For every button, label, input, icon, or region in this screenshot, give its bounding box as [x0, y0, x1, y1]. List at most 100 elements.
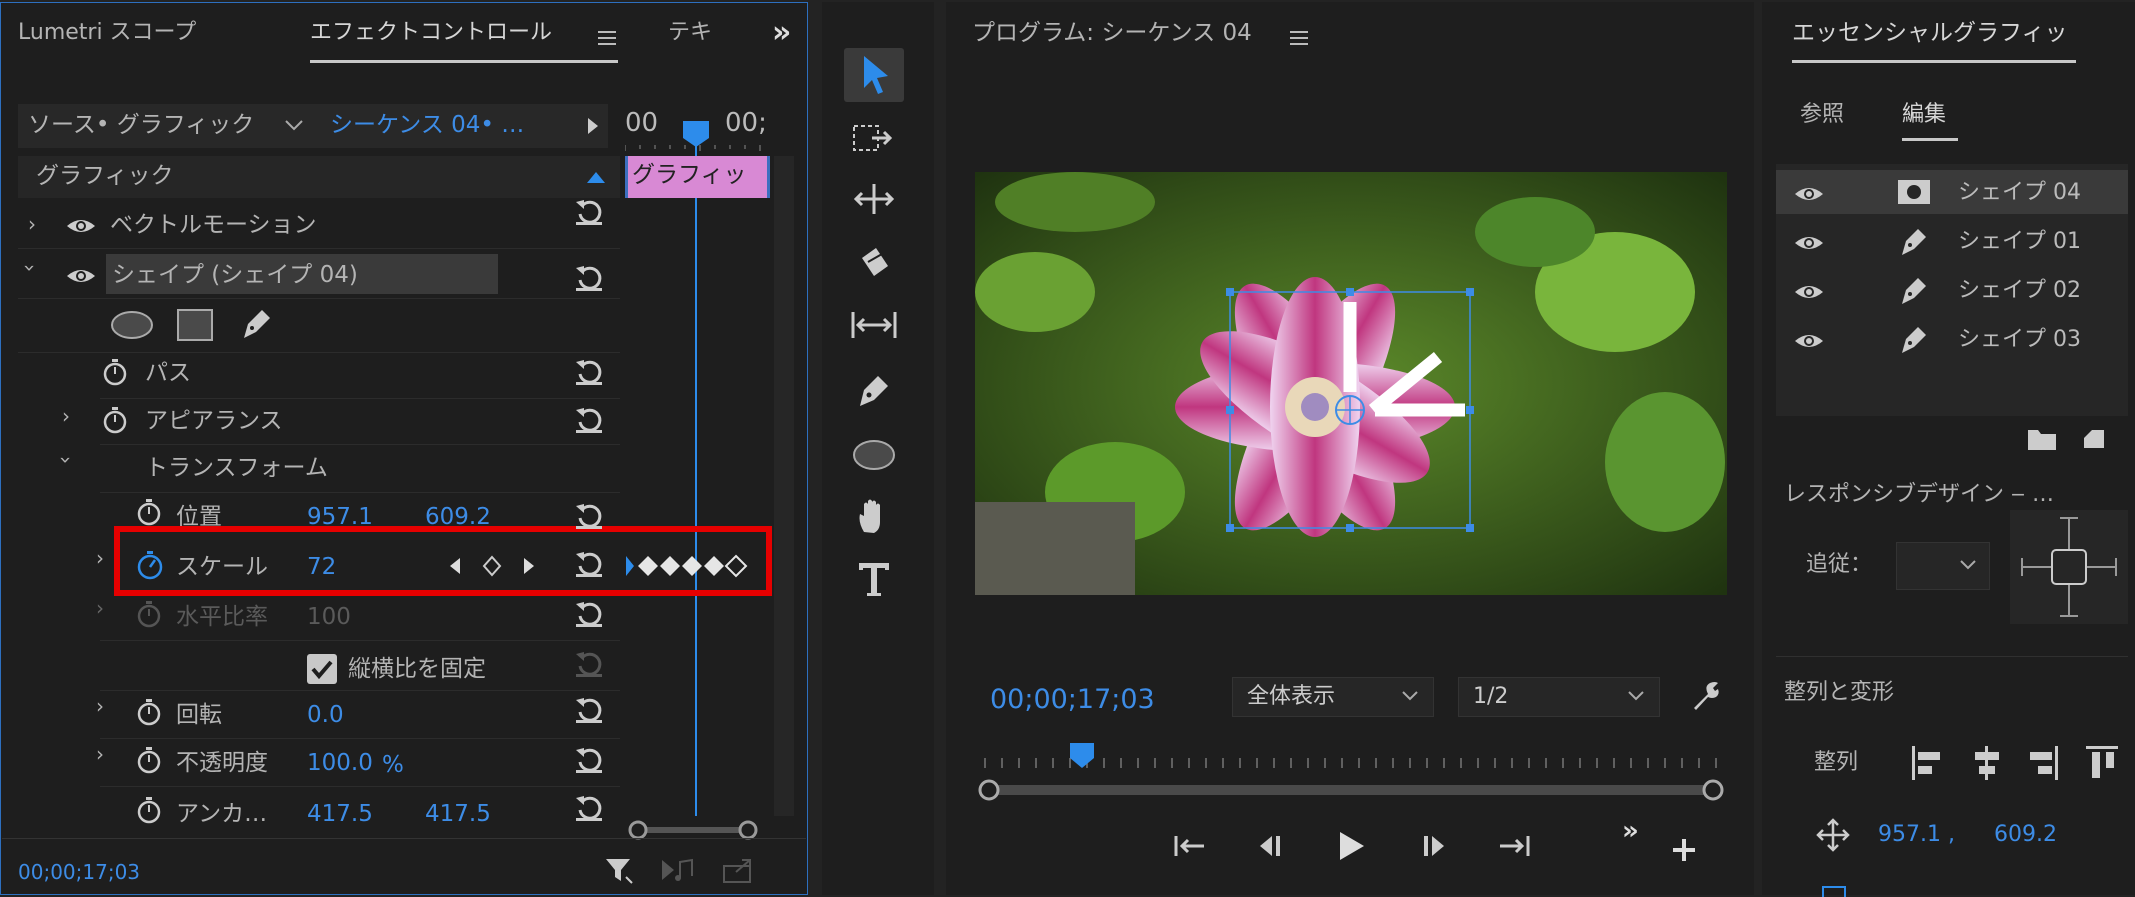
panel-menu-icon[interactable] — [598, 30, 618, 46]
zoom-scrollbar[interactable] — [975, 778, 1727, 802]
layer-row[interactable]: シェイプ 02 — [1776, 268, 2128, 312]
graphic-clip-bar[interactable]: グラフィッ — [625, 156, 770, 198]
vector-motion-label: ベクトルモーション — [110, 212, 317, 238]
track-select-tool-icon[interactable] — [852, 122, 896, 156]
tab-lumetri-scopes[interactable]: Lumetri スコープ — [18, 22, 196, 44]
tab-edit[interactable]: 編集 — [1902, 104, 1946, 126]
playhead-marker[interactable] — [1069, 742, 1095, 770]
new-layer-icon[interactable] — [2080, 424, 2108, 452]
shape-label: シェイプ (シェイプ 04) — [112, 262, 358, 288]
tab-effect-controls[interactable]: エフェクトコントロール — [310, 22, 552, 44]
horizontal-scrollbar[interactable] — [628, 820, 758, 840]
reset-parameter-icon[interactable] — [574, 356, 604, 386]
reset-parameter-icon[interactable] — [574, 262, 604, 292]
rotation-value[interactable]: 0.0 — [307, 704, 344, 727]
reset-parameter-icon[interactable] — [574, 196, 604, 226]
layer-row[interactable]: シェイプ 01 — [1776, 219, 2128, 263]
audio-play-icon[interactable] — [660, 856, 696, 884]
eye-icon[interactable] — [1794, 331, 1824, 351]
expand-arrow-icon[interactable]: › — [96, 696, 104, 716]
slip-tool-icon[interactable] — [850, 308, 898, 342]
step-forward-icon[interactable] — [1420, 834, 1450, 858]
export-icon[interactable] — [722, 856, 756, 884]
stopwatch-icon[interactable] — [136, 746, 162, 774]
expand-arrow-icon[interactable]: › — [96, 744, 104, 764]
stopwatch-icon[interactable] — [136, 698, 162, 726]
lock-ratio-checkbox[interactable] — [307, 654, 337, 684]
position-y-value[interactable]: 609.2 — [1994, 824, 2057, 846]
stopwatch-icon[interactable] — [102, 358, 128, 386]
reset-parameter-icon[interactable] — [574, 694, 604, 724]
reset-parameter-icon[interactable] — [574, 548, 604, 578]
pin-widget[interactable] — [2010, 510, 2128, 624]
expand-arrow-icon[interactable]: › — [96, 548, 104, 568]
go-to-in-icon[interactable] — [1172, 832, 1208, 860]
collapse-arrow-icon[interactable]: › — [54, 456, 78, 464]
type-tool-icon[interactable] — [856, 560, 892, 598]
filter-icon[interactable] — [604, 855, 634, 885]
stopwatch-icon[interactable] — [102, 406, 128, 434]
play-triangle-icon[interactable] — [586, 116, 600, 136]
zoom-dropdown[interactable]: 全体表示 — [1232, 677, 1434, 717]
tab-text[interactable]: テキ — [668, 22, 712, 44]
tab-browse[interactable]: 参照 — [1800, 104, 1844, 126]
follow-dropdown[interactable] — [1896, 542, 1990, 590]
ellipse-tool-icon[interactable] — [852, 438, 896, 472]
vertical-scrollbar[interactable] — [774, 156, 794, 816]
chevron-down-icon[interactable] — [284, 118, 304, 132]
eye-icon[interactable] — [1794, 233, 1824, 253]
scale-icon — [1822, 886, 1846, 897]
video-frame[interactable] — [975, 172, 1727, 595]
eye-icon[interactable] — [1794, 184, 1824, 204]
panel-menu-icon[interactable] — [1290, 30, 1310, 46]
wrench-icon[interactable] — [1690, 680, 1722, 712]
play-button[interactable] — [1336, 830, 1366, 862]
playhead-marker[interactable] — [682, 120, 710, 148]
step-back-icon[interactable] — [1254, 834, 1284, 858]
sequence-label[interactable]: シーケンス 04• … — [330, 114, 524, 137]
eye-icon[interactable] — [1794, 282, 1824, 302]
align-center-icon[interactable] — [1970, 744, 2004, 782]
anchor-x-value[interactable]: 417.5 — [307, 803, 373, 826]
align-left-icon[interactable] — [1910, 744, 1944, 782]
panel-overflow-icon[interactable]: » — [772, 18, 791, 48]
go-to-out-icon[interactable] — [1496, 832, 1532, 860]
reset-parameter-icon[interactable] — [574, 500, 604, 530]
stopwatch-icon[interactable] — [136, 796, 162, 824]
expand-arrow-icon[interactable]: › — [62, 406, 70, 426]
expand-arrow-icon[interactable]: › — [28, 214, 36, 234]
program-timecode[interactable]: 00;00;17;03 — [990, 686, 1155, 713]
reset-parameter-icon[interactable] — [574, 744, 604, 774]
collapse-up-icon[interactable] — [586, 170, 606, 184]
reset-parameter-icon[interactable] — [574, 404, 604, 434]
layer-row[interactable]: シェイプ 03 — [1776, 317, 2128, 361]
resolution-dropdown[interactable]: 1/2 — [1458, 677, 1660, 717]
selection-tool-icon[interactable] — [844, 48, 904, 102]
rectangle-tool-icon[interactable] — [176, 308, 214, 342]
more-buttons-icon[interactable]: » — [1622, 818, 1639, 844]
collapse-arrow-icon[interactable]: › — [18, 264, 42, 272]
new-group-icon[interactable] — [2026, 426, 2058, 452]
scale-highlight-box — [114, 526, 772, 596]
ellipse-tool-icon[interactable] — [110, 310, 154, 340]
eye-icon[interactable] — [66, 216, 96, 236]
reset-parameter-icon[interactable] — [574, 648, 604, 678]
pen-tool-icon[interactable] — [238, 306, 272, 342]
layer-row[interactable]: シェイプ 04 — [1776, 170, 2128, 214]
eye-icon[interactable] — [66, 266, 96, 286]
hand-tool-icon[interactable] — [854, 496, 894, 536]
reset-parameter-icon[interactable] — [574, 598, 604, 628]
razor-tool-icon[interactable] — [856, 244, 892, 280]
stopwatch-icon[interactable] — [136, 498, 162, 526]
footer-timecode[interactable]: 00;00;17;03 — [18, 862, 140, 882]
opacity-value[interactable]: 100.0 — [307, 752, 373, 775]
add-button-icon[interactable] — [1670, 836, 1698, 864]
align-right-icon[interactable] — [2026, 744, 2060, 782]
anchor-y-value[interactable]: 417.5 — [425, 803, 491, 826]
align-top-icon[interactable] — [2084, 744, 2120, 782]
expand-arrow-icon[interactable]: › — [96, 598, 104, 618]
pen-tool-icon[interactable] — [856, 372, 892, 410]
position-x-value[interactable]: 957.1 , — [1878, 824, 1955, 846]
reset-parameter-icon[interactable] — [574, 792, 604, 822]
ripple-edit-tool-icon[interactable] — [852, 182, 896, 216]
